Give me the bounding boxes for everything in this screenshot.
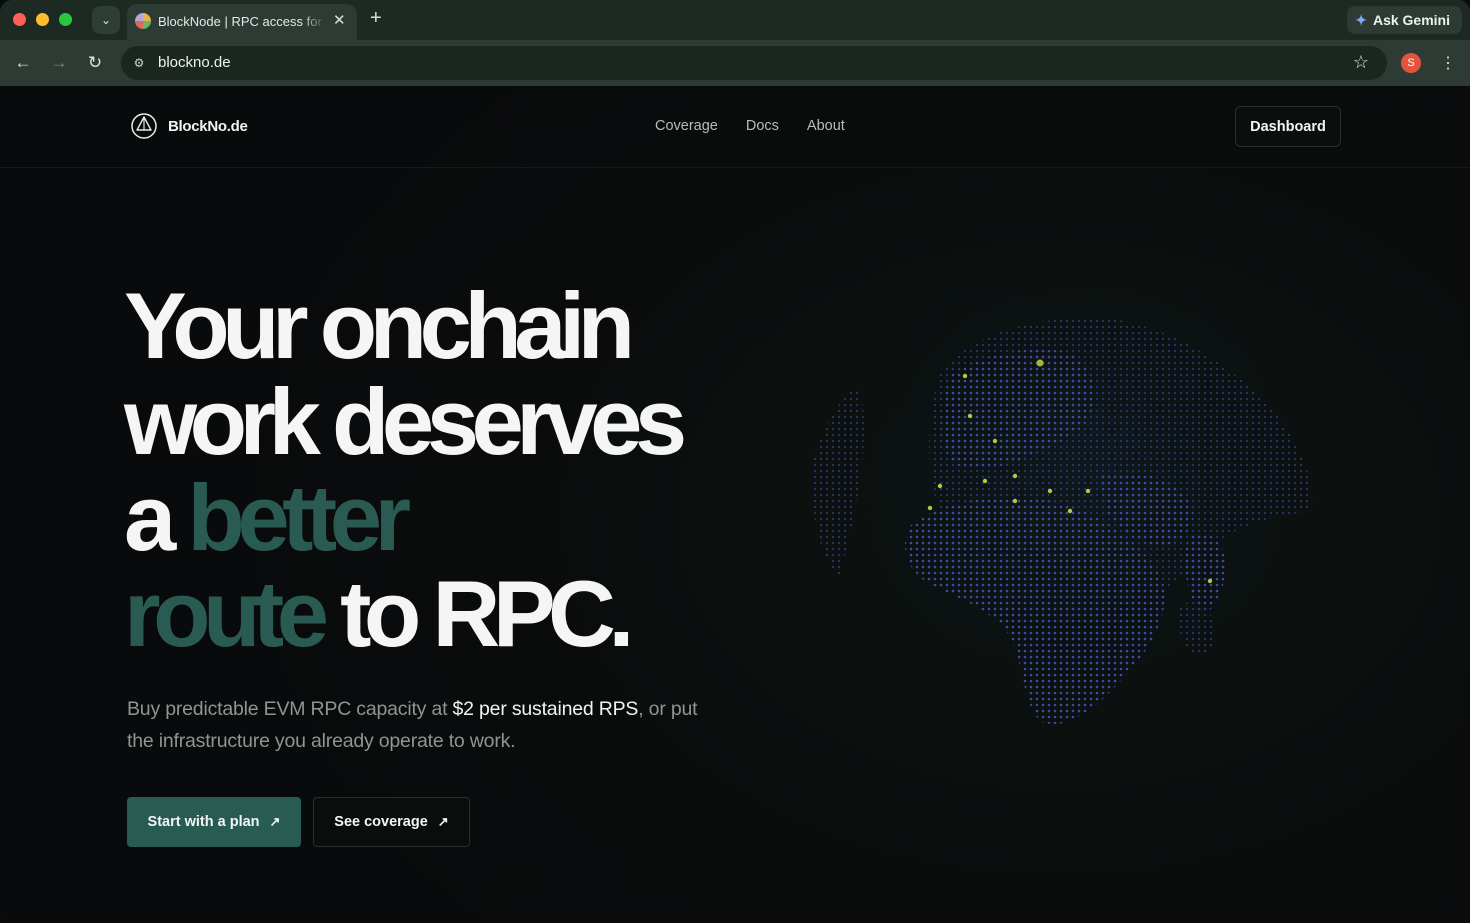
browser-tab[interactable]: BlockNode | RPC access for onchain work …: [127, 4, 357, 40]
node-dot: [937, 483, 943, 489]
tab-title: BlockNode | RPC access for onchain work: [158, 14, 326, 29]
node-dot: [967, 413, 973, 419]
hero-line-2: work deserves: [124, 369, 687, 474]
hero-line-4: route to RPC.: [124, 566, 680, 662]
dotted-globe-graphic: [807, 276, 1323, 746]
nav-about[interactable]: About: [807, 118, 845, 134]
reload-icon[interactable]: ↻: [85, 53, 105, 73]
close-window-button[interactable]: [13, 13, 26, 26]
maximize-window-button[interactable]: [59, 13, 72, 26]
see-coverage-label: See coverage: [334, 814, 428, 830]
node-dot: [1047, 488, 1053, 494]
see-coverage-button[interactable]: See coverage ↗: [313, 797, 470, 847]
main-nav: Coverage Docs About: [655, 118, 845, 134]
kebab-menu-icon[interactable]: ⋮: [1440, 53, 1456, 73]
minimize-window-button[interactable]: [36, 13, 49, 26]
site-header: BlockNo.de Coverage Docs About Dashboard: [0, 86, 1470, 168]
back-icon[interactable]: ←: [13, 53, 33, 73]
nav-docs[interactable]: Docs: [746, 118, 779, 134]
node-dot: [962, 373, 968, 379]
node-dot: [1085, 488, 1091, 494]
hero-accent-route: route: [124, 561, 329, 666]
hero-line-1: Your onchain: [124, 273, 635, 378]
node-dot: [927, 505, 933, 511]
site-info-icon[interactable]: ⚙: [130, 54, 148, 72]
node-dot: [1067, 508, 1073, 514]
brand-name[interactable]: BlockNo.de: [168, 118, 248, 135]
profile-avatar[interactable]: S: [1401, 53, 1421, 73]
forward-icon[interactable]: →: [49, 53, 69, 73]
gemini-label: Ask Gemini: [1372, 12, 1450, 28]
arrow-up-right-icon: ↗: [437, 814, 449, 829]
gemini-icon: ✦: [1355, 11, 1367, 28]
logo-icon[interactable]: [131, 113, 157, 139]
favicon-icon: [135, 13, 151, 29]
tab-strip: ⌄ BlockNode | RPC access for onchain wor…: [0, 0, 1470, 40]
hero-accent-better: better: [187, 465, 411, 570]
hero-line-3: a better: [124, 470, 680, 566]
hero-title: Your onchain work deserves a better rout…: [124, 273, 687, 662]
hero-line-4-suffix: to RPC.: [321, 561, 634, 666]
node-dot: [982, 478, 988, 484]
node-dot: [1207, 578, 1213, 584]
hero-line-3-prefix: a: [124, 465, 188, 570]
node-dot: [1012, 473, 1018, 479]
browser-toolbar: ← → ↻ ⚙ blockno.de ☆ S ⋮: [0, 40, 1470, 86]
page-content: BlockNo.de Coverage Docs About Dashboard…: [0, 86, 1470, 923]
tab-search-icon[interactable]: ⌄: [92, 6, 120, 34]
nav-coverage[interactable]: Coverage: [655, 118, 718, 134]
address-bar[interactable]: ⚙ blockno.de ☆: [121, 46, 1387, 80]
node-dot: [1012, 498, 1018, 504]
ask-gemini-button[interactable]: ✦ Ask Gemini: [1347, 6, 1462, 34]
dashboard-button[interactable]: Dashboard: [1235, 106, 1341, 147]
arrow-up-right-icon: ↗: [269, 814, 281, 829]
star-icon[interactable]: ☆: [1353, 52, 1369, 73]
url-text[interactable]: blockno.de: [158, 54, 231, 71]
subtitle-prefix: Buy predictable EVM RPC capacity at: [127, 698, 453, 720]
start-plan-label: Start with a plan: [147, 814, 260, 830]
browser-window: ⌄ BlockNode | RPC access for onchain wor…: [0, 0, 1470, 923]
hero-subtitle: Buy predictable EVM RPC capacity at $2 p…: [127, 693, 707, 757]
close-icon[interactable]: ✕: [333, 11, 346, 29]
start-with-plan-button[interactable]: Start with a plan ↗: [127, 797, 301, 847]
node-dot: [1036, 359, 1044, 367]
plus-icon[interactable]: +: [370, 8, 382, 28]
price-highlight: $2 per sustained RPS: [452, 698, 639, 720]
node-dot: [992, 438, 998, 444]
